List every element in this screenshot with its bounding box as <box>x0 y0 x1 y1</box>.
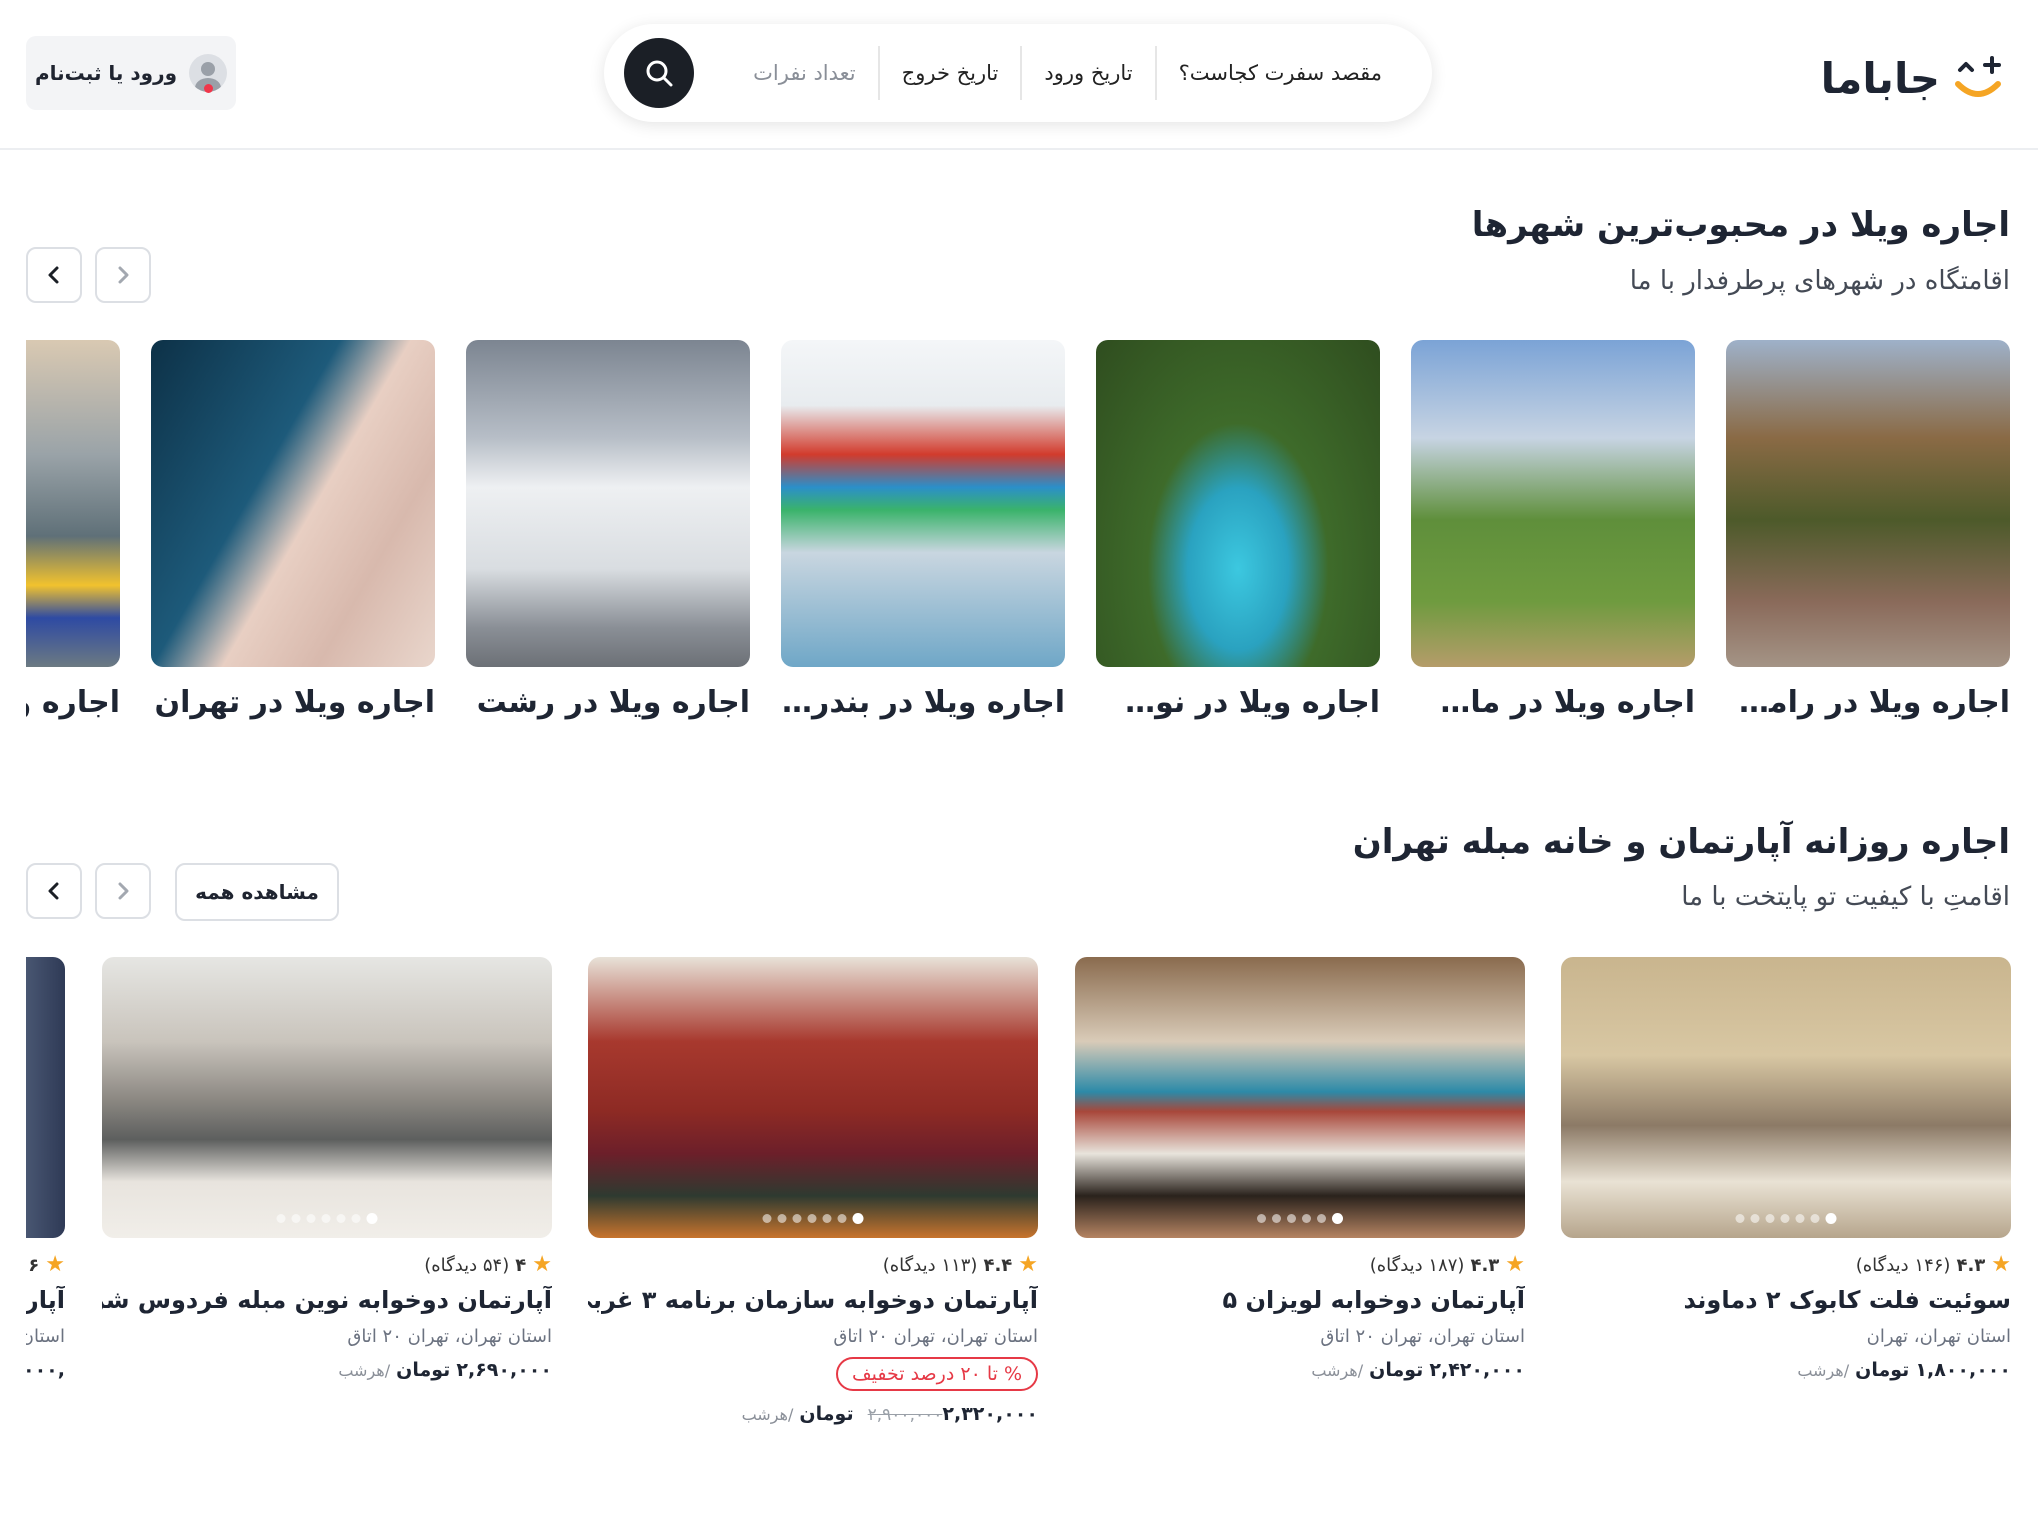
city-name: اجاره ویلا در تهران <box>154 685 435 720</box>
property-title[interactable]: سوئیت فلت کابوک ۲ دماوند <box>1561 1286 2011 1314</box>
search-bar: مقصد سفرت کجاست؟ تاریخ ورود تاریخ خروج ت… <box>604 24 1432 122</box>
property-image <box>102 957 552 1238</box>
tehran-prev-button[interactable] <box>95 863 151 919</box>
property-rating: ★ ۴.۳ (۱۸۷ دیدگاه) <box>1369 1252 1525 1277</box>
city-name: اجاره ویلا در بندر ان... <box>781 685 1065 720</box>
property-rating: ★ ۴.۳ (۱۴۶ دیدگاه) <box>1855 1252 2011 1277</box>
star-icon: ★ <box>1505 1252 1525 1277</box>
cities-section-subtitle: اقامتگاه در شهرهای پرطرفدار با ما <box>1629 266 2010 296</box>
property-card[interactable]: ★ ۴ (۵۴ دیدگاه) آپارتمان دوخوابه نوین مبله… <box>102 957 552 1381</box>
property-image <box>588 957 1038 1238</box>
city-image-nowshahr <box>1096 340 1380 667</box>
city-name: اجاره ویلا در نوشهر <box>1096 685 1380 720</box>
tehran-section-subtitle: اقامتِ با کیفیت تو پایتخت با ما <box>1681 882 2010 912</box>
image-pagination-dots[interactable] <box>1257 1213 1343 1224</box>
discount-badge: % تا ۲۰ درصد تخفیف <box>835 1357 1038 1391</box>
property-location: استان تهران، تهران ۲۰ اتاق <box>833 1326 1038 1347</box>
city-image-tehran <box>151 340 435 667</box>
property-price: ,۰۰۰ <box>26 1359 65 1381</box>
city-name: اجاره ویلا در رامسر <box>1726 685 2010 720</box>
cities-section-title: اجاره ویلا در محبوب‌ترین شهرها <box>1471 205 2010 245</box>
city-name: اجاره ویلا در رشت <box>476 685 750 720</box>
property-card[interactable]: ★ ۴.۳ (۱۸۷ دیدگاه) آپارتمان دوخوابه لویزان… <box>1075 957 1525 1381</box>
property-title[interactable]: آپارتمان دوخوابه سازمان برنامه ۳ غربی <box>588 1286 1038 1314</box>
tehran-section-title: اجاره روزانه آپارتمان و خانه مبله تهران <box>1352 822 2010 862</box>
search-icon <box>646 60 673 87</box>
city-image-bandar-anzali <box>781 340 1065 667</box>
property-image <box>1075 957 1525 1238</box>
property-title[interactable]: آپار <box>26 1286 65 1314</box>
image-pagination-dots[interactable] <box>762 1213 864 1224</box>
property-card[interactable]: ★ ۴.۴ (۱۱۳ دیدگاه) آپارتمان دوخوابه سازمان… <box>588 957 1038 1425</box>
login-label: ورود یا ثبت‌نام <box>34 61 178 85</box>
star-icon: ★ <box>1018 1252 1038 1277</box>
logo-text: جاباما <box>1820 53 1940 103</box>
property-location: استان تهران، تهران <box>1866 1326 2011 1347</box>
view-all-button[interactable]: مشاهده همه <box>175 863 339 921</box>
chevron-left-icon <box>48 882 59 900</box>
property-price: ۱,۸۰۰,۰۰۰ تومان /هرشب <box>1797 1359 2011 1381</box>
city-card-partial[interactable]: اجاره وی <box>26 340 120 720</box>
star-icon: ★ <box>1991 1252 2011 1277</box>
property-location: استان تهران، تهران ۲۰ اتاق <box>347 1326 552 1347</box>
property-rating: ★ ۶ <box>28 1252 65 1277</box>
destination-field[interactable]: مقصد سفرت کجاست؟ <box>1157 46 1404 100</box>
search-button[interactable] <box>624 38 694 108</box>
cities-carousel: اجاره ویلا در رامسر اجاره ویلا در ماسال … <box>26 340 2012 740</box>
property-title[interactable]: آپارتمان دوخوابه نوین مبله فردوس شرق ۴ <box>102 1286 552 1314</box>
header: جاباما مقصد سفرت کجاست؟ تاریخ ورود تاریخ… <box>0 0 2038 150</box>
chevron-right-icon <box>118 266 129 284</box>
properties-carousel: ★ ۴.۳ (۱۴۶ دیدگاه) سوئیت فلت کابوک ۲ دماون… <box>26 957 2012 1477</box>
property-card[interactable]: ★ ۴.۳ (۱۴۶ دیدگاه) سوئیت فلت کابوک ۲ دماون… <box>1561 957 2011 1381</box>
city-card-ramsar[interactable]: اجاره ویلا در رامسر <box>1726 340 2010 720</box>
city-name: اجاره ویلا در ماسال <box>1411 685 1695 720</box>
property-price: ۲,۶۹۰,۰۰۰ تومان /هرشب <box>338 1359 552 1381</box>
notification-dot <box>204 84 213 93</box>
login-button[interactable]: ورود یا ثبت‌نام <box>26 36 236 110</box>
property-price: ۲,۹۰۰,۰۰۰۲,۳۲۰,۰۰۰ تومان /هرشب <box>741 1403 1038 1425</box>
check-in-field[interactable]: تاریخ ورود <box>1022 46 1154 100</box>
star-icon: ★ <box>532 1252 552 1277</box>
city-card-tehran[interactable]: اجاره ویلا در تهران <box>151 340 435 720</box>
image-pagination-dots[interactable] <box>1735 1213 1837 1224</box>
property-price: ۲,۴۲۰,۰۰۰ تومان /هرشب <box>1311 1359 1525 1381</box>
city-name: اجاره وی <box>26 685 120 720</box>
property-card[interactable]: ★ ۶ آپار استان ,۰۰۰ <box>26 957 65 1381</box>
star-icon: ★ <box>45 1252 65 1277</box>
check-out-field[interactable]: تاریخ خروج <box>880 46 1021 100</box>
city-image-partial <box>26 340 120 667</box>
guests-field[interactable]: تعداد نفرات <box>731 46 878 100</box>
property-rating: ★ ۴ (۵۴ دیدگاه) <box>424 1252 552 1277</box>
property-image <box>26 957 65 1238</box>
property-location: استان <box>26 1326 65 1347</box>
city-card-masal[interactable]: اجاره ویلا در ماسال <box>1411 340 1695 720</box>
logo-smile-icon <box>1955 56 2001 97</box>
property-image <box>1561 957 2011 1238</box>
city-card-bandar-anzali[interactable]: اجاره ویلا در بندر ان... <box>781 340 1065 720</box>
city-image-masal <box>1411 340 1695 667</box>
property-location: استان تهران، تهران ۲۰ اتاق <box>1320 1326 1525 1347</box>
image-pagination-dots[interactable] <box>276 1213 378 1224</box>
chevron-right-icon <box>118 882 129 900</box>
cities-next-button[interactable] <box>26 247 82 303</box>
logo[interactable]: جاباما <box>1821 48 2008 108</box>
city-card-rasht[interactable]: اجاره ویلا در رشت <box>466 340 750 720</box>
city-image-rasht <box>466 340 750 667</box>
property-title[interactable]: آپارتمان دوخوابه لویزان ۵ <box>1075 1286 1525 1314</box>
tehran-next-button[interactable] <box>26 863 82 919</box>
city-image-ramsar <box>1726 340 2010 667</box>
city-card-nowshahr[interactable]: اجاره ویلا در نوشهر <box>1096 340 1380 720</box>
property-rating: ★ ۴.۴ (۱۱۳ دیدگاه) <box>882 1252 1038 1277</box>
chevron-left-icon <box>48 266 59 284</box>
cities-prev-button[interactable] <box>95 247 151 303</box>
